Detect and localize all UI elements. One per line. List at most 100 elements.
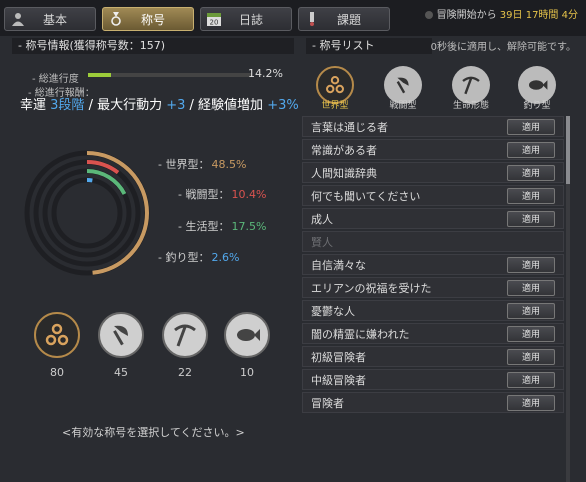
apply-button[interactable]: 適用 <box>507 187 555 204</box>
tab-quests[interactable]: 課題 <box>298 7 390 31</box>
total-progress-label: - 総進行度 <box>32 74 79 85</box>
category-combat[interactable]: 戦闘型 <box>380 66 426 111</box>
title-row[interactable]: 人間知識辞典 適用 <box>302 162 564 183</box>
life-count: 22 <box>178 366 192 379</box>
title-name: エリアンの祝福を受けた <box>311 281 432 295</box>
title-list-header: - 称号リスト 0秒後に適用し、解除可能です。 <box>298 38 584 54</box>
category-world[interactable]: 世界型 <box>312 66 358 111</box>
adventure-time: 冒険開始から 39日 17時間 4分 <box>424 6 578 21</box>
combat-count: 45 <box>114 366 128 379</box>
reward-exp-bonus-value: +3% <box>267 98 299 113</box>
progress-reward-text: 幸運 3段階 / 最大行動力 +3 / 経験値増加 +3% <box>20 98 300 114</box>
type-life-pct: 17.5% <box>231 220 267 233</box>
tab-quests-label: 課題 <box>336 12 361 27</box>
donut-track <box>51 177 123 249</box>
category-world-label: 世界型 <box>321 101 349 111</box>
select-title-prompt: <有効な称号を選択してください。> <box>62 426 245 439</box>
title-name: 人間知識辞典 <box>311 166 377 180</box>
apply-button[interactable]: 適用 <box>507 279 555 296</box>
apply-button[interactable]: 適用 <box>507 302 555 319</box>
title-info-panel: - 称号情報(獲得称号数：157) - 総進行度 14.2% - 総進行報酬： … <box>12 36 299 480</box>
title-name: 自信満々な <box>311 258 366 272</box>
title-name: 賢人 <box>311 235 333 249</box>
combat-type-icon[interactable] <box>98 312 144 358</box>
scroll-thumb[interactable] <box>566 116 570 184</box>
title-list-heading: - 称号リスト <box>306 38 432 54</box>
title-name: 言葉は通じる者 <box>311 120 388 134</box>
world-knot-icon <box>45 323 69 346</box>
category-fishing-label: 釣り型 <box>523 101 551 111</box>
scroll-icon <box>301 8 323 30</box>
title-list: 言葉は通じる者 適用 常識がある者 適用 人間知識辞典 適用 何でも聞いてください 適用 成人適… <box>302 116 564 415</box>
adventure-time-prefix: 冒険開始から <box>436 10 497 21</box>
title-row[interactable]: 何でも聞いてください 適用 <box>302 185 564 206</box>
type-world-label: - 世界型： <box>158 158 210 171</box>
donut-track <box>33 159 141 267</box>
title-name: 中級冒険者 <box>311 373 366 387</box>
title-row[interactable]: 中級冒険者 適用 <box>302 369 564 390</box>
apply-button[interactable]: 適用 <box>507 256 555 273</box>
fishing-count: 10 <box>240 366 254 379</box>
adventure-hours: 17時間 <box>525 10 559 21</box>
tab-titles-label: 称号 <box>140 12 165 27</box>
title-info-heading: - 称号情報(獲得称号数：157) <box>12 38 294 54</box>
title-name: 憂鬱な人 <box>311 304 355 318</box>
title-list-scrollbar[interactable] <box>566 116 570 482</box>
tab-basic[interactable]: 基本 <box>4 7 96 31</box>
title-row[interactable]: 憂鬱な人 適用 <box>302 300 564 321</box>
title-row[interactable]: 成人 適用 <box>302 208 564 229</box>
reward-luck: 幸運 <box>20 98 47 113</box>
title-list-panel: - 称号リスト 0秒後に適用し、解除可能です。 世界型 戦闘型 生命形態 釣り型… <box>298 36 586 482</box>
type-life-label: - 生活型： <box>178 220 230 233</box>
apply-button[interactable]: 適用 <box>507 141 555 158</box>
title-row[interactable]: 常識がある者 適用 <box>302 139 564 160</box>
apply-cooldown-note: 0秒後に適用し、解除可能です。 <box>430 42 576 53</box>
type-combat-row: - 戦闘型： 10.4% <box>178 186 266 202</box>
apply-button[interactable]: 適用 <box>507 325 555 342</box>
title-name: 常識がある者 <box>311 143 377 157</box>
title-row[interactable]: 賢人 <box>302 231 564 252</box>
medal-icon <box>105 8 127 30</box>
tab-basic-label: 基本 <box>42 12 67 27</box>
type-fishing-label: - 釣り型： <box>158 251 210 264</box>
fish-icon <box>237 329 260 341</box>
type-combat-label: - 戦闘型： <box>178 188 230 201</box>
tab-journal-label: 日誌 <box>238 12 263 27</box>
world-count: 80 <box>50 366 64 379</box>
tab-journal[interactable]: 20 日誌 <box>200 7 292 31</box>
title-name: 成人 <box>311 212 333 226</box>
progress-reward-label: - 総進行報酬： <box>28 88 95 99</box>
title-name: 何でも聞いてください <box>311 189 421 203</box>
clock-icon <box>424 11 433 19</box>
apply-button[interactable]: 適用 <box>507 118 555 135</box>
total-progress-value: 14.2% <box>248 67 283 80</box>
category-fishing[interactable]: 釣り型 <box>514 66 560 111</box>
apply-button[interactable]: 適用 <box>507 164 555 181</box>
title-name: 冒険者 <box>311 396 344 410</box>
fishing-type-icon[interactable] <box>224 312 270 358</box>
title-row[interactable]: 闇の精霊に嫌われた 適用 <box>302 323 564 344</box>
title-row[interactable]: 冒険者 適用 <box>302 392 564 413</box>
apply-button[interactable]: 適用 <box>507 348 555 365</box>
type-world-row: - 世界型： 48.5% <box>158 156 246 172</box>
title-row[interactable]: 初級冒険者 適用 <box>302 346 564 367</box>
title-row[interactable]: 自信満々な 適用 <box>302 254 564 275</box>
reward-exp-bonus: / 経験値増加 <box>189 98 264 113</box>
type-fishing-pct: 2.6% <box>211 251 240 264</box>
tab-titles[interactable]: 称号 <box>102 7 194 31</box>
calendar-day-number: 20 <box>210 19 219 27</box>
person-icon <box>7 8 29 30</box>
type-fishing-row: - 釣り型： 2.6% <box>158 249 239 265</box>
adventure-minutes: 4分 <box>561 10 578 21</box>
apply-button[interactable]: 適用 <box>507 371 555 388</box>
title-row[interactable]: エリアンの祝福を受けた 適用 <box>302 277 564 298</box>
title-row[interactable]: 言葉は通じる者 適用 <box>302 116 564 137</box>
world-type-icon[interactable] <box>34 312 80 358</box>
reward-max-energy: / 最大行動力 <box>88 98 163 113</box>
apply-button[interactable]: 適用 <box>507 394 555 411</box>
type-combat-pct: 10.4% <box>231 188 267 201</box>
category-life[interactable]: 生命形態 <box>448 66 494 111</box>
life-type-icon[interactable] <box>162 312 208 358</box>
apply-button[interactable]: 適用 <box>507 210 555 227</box>
reward-luck-level: 3段階 <box>50 98 85 113</box>
